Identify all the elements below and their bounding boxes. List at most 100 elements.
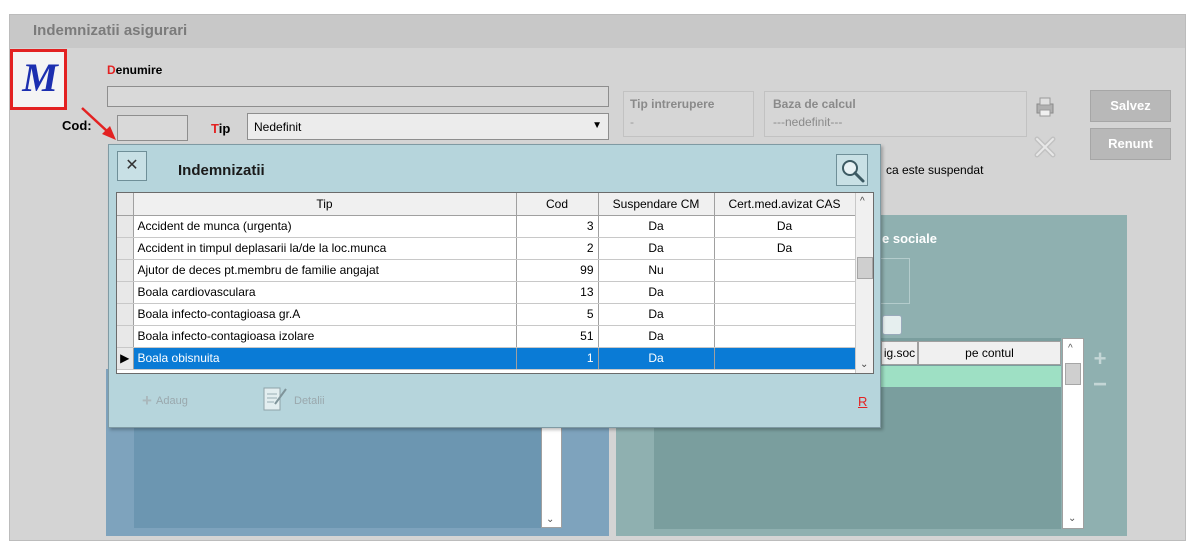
chevron-down-icon: ⌄ bbox=[860, 359, 869, 370]
row-indicator-header bbox=[117, 193, 134, 216]
cell-cert bbox=[714, 303, 856, 326]
plus-icon[interactable]: + bbox=[1089, 348, 1111, 370]
cell-suspendare: Da bbox=[598, 347, 715, 370]
cell-cert bbox=[714, 281, 856, 304]
row-indicator bbox=[117, 281, 134, 304]
dialog-search-button[interactable] bbox=[836, 154, 868, 186]
column-header-tip[interactable]: Tip bbox=[133, 193, 517, 216]
tip-label: Tip bbox=[211, 121, 231, 136]
baza-calcul-box: Baza de calcul ---nedefinit--- bbox=[764, 91, 1027, 137]
close-x-icon[interactable] bbox=[1033, 135, 1057, 159]
table-row[interactable]: Boala infecto-contagioasa izolare 51 Da bbox=[117, 325, 856, 348]
sociale-label: e sociale bbox=[882, 231, 937, 246]
cell-suspendare: Da bbox=[598, 303, 715, 326]
cell-cod: 3 bbox=[516, 215, 599, 238]
cell-tip: Accident de munca (urgenta) bbox=[133, 215, 517, 238]
column-header-suspendare[interactable]: Suspendare CM bbox=[598, 193, 715, 216]
search-icon bbox=[842, 160, 865, 183]
tip-intrerupere-label: Tip intrerupere bbox=[630, 97, 715, 111]
red-arrow-icon bbox=[81, 107, 116, 140]
cell-suspendare: Da bbox=[598, 281, 715, 304]
cell-cod: 51 bbox=[516, 325, 599, 348]
save-button[interactable]: Salvez bbox=[1090, 90, 1171, 122]
details-button-label: Detalii bbox=[294, 395, 325, 407]
cell-cod: 13 bbox=[516, 281, 599, 304]
table-row[interactable]: Accident in timpul deplasarii la/de la l… bbox=[117, 237, 856, 260]
chevron-down-icon: ⌄ bbox=[546, 514, 555, 525]
chevron-up-icon: ^ bbox=[1068, 343, 1073, 354]
left-scrollbar[interactable]: ⌄ bbox=[541, 425, 562, 528]
tip-intrerupere-value: - bbox=[630, 115, 634, 129]
sociale-box bbox=[880, 258, 910, 304]
minus-icon[interactable]: − bbox=[1089, 373, 1111, 398]
cell-cod: 99 bbox=[516, 259, 599, 282]
cell-cod: 5 bbox=[516, 303, 599, 326]
row-indicator bbox=[117, 237, 134, 260]
close-icon: ✕ bbox=[125, 157, 139, 174]
grid-scrollbar[interactable]: ^ ⌄ bbox=[855, 193, 873, 373]
row-indicator bbox=[117, 303, 134, 326]
cell-tip: Ajutor de deces pt.membru de familie ang… bbox=[133, 259, 517, 282]
row-indicator bbox=[117, 215, 134, 238]
right-grid-header-pe-contul: pe contul bbox=[918, 341, 1061, 365]
cell-cert bbox=[714, 325, 856, 348]
row-pointer-icon: ▶ bbox=[117, 347, 134, 370]
cell-tip: Boala infecto-contagioasa izolare bbox=[133, 325, 517, 348]
cell-suspendare: Da bbox=[598, 325, 715, 348]
app-logo-icon: M bbox=[22, 55, 58, 100]
sociale-toggle[interactable] bbox=[882, 315, 902, 335]
chevron-down-icon: ⌄ bbox=[1068, 513, 1077, 524]
right-grid-selected-row[interactable] bbox=[881, 366, 1061, 387]
add-button-label: Adaug bbox=[156, 395, 188, 407]
plus-icon: + bbox=[142, 391, 152, 410]
cell-suspendare: Nu bbox=[598, 259, 715, 282]
cancel-button[interactable]: Renunt bbox=[1090, 128, 1171, 160]
cell-suspendare: Da bbox=[598, 237, 715, 260]
row-indicator bbox=[117, 325, 134, 348]
cell-tip: Boala cardiovasculara bbox=[133, 281, 517, 304]
cell-cert: Da bbox=[714, 215, 856, 238]
cell-cert: Da bbox=[714, 237, 856, 260]
column-header-cert[interactable]: Cert.med.avizat CAS bbox=[714, 193, 856, 216]
tip-intrerupere-box: Tip intrerupere - bbox=[623, 91, 754, 137]
printer-icon[interactable] bbox=[1033, 95, 1057, 119]
baza-calcul-value: ---nedefinit--- bbox=[773, 115, 843, 129]
denumire-input[interactable] bbox=[107, 86, 609, 107]
cell-cert bbox=[714, 347, 856, 370]
chevron-up-icon: ^ bbox=[860, 196, 865, 207]
cell-tip: Accident in timpul deplasarii la/de la l… bbox=[133, 237, 517, 260]
cell-suspendare: Da bbox=[598, 215, 715, 238]
scroll-thumb[interactable] bbox=[1065, 363, 1081, 385]
table-row[interactable]: Accident de munca (urgenta) 3 Da Da bbox=[117, 215, 856, 238]
dialog-close-button[interactable]: ✕ bbox=[117, 151, 147, 181]
chevron-down-icon: ▼ bbox=[592, 120, 602, 131]
scroll-thumb[interactable] bbox=[857, 257, 873, 279]
cell-cod: 2 bbox=[516, 237, 599, 260]
cod-input[interactable] bbox=[117, 115, 188, 141]
table-row[interactable]: Ajutor de deces pt.membru de familie ang… bbox=[117, 259, 856, 282]
denumire-label: Denumire bbox=[107, 63, 163, 77]
cell-tip: Boala obisnuita bbox=[133, 347, 517, 370]
left-inner-list bbox=[134, 425, 541, 528]
indemnizatii-grid[interactable]: Tip Cod Suspendare CM Cert.med.avizat CA… bbox=[116, 192, 874, 374]
table-header-row: Tip Cod Suspendare CM Cert.med.avizat CA… bbox=[117, 193, 856, 216]
r-link[interactable]: R bbox=[858, 394, 867, 409]
table-row-selected[interactable]: ▶ Boala obisnuita 1 Da bbox=[117, 347, 856, 370]
window-title: Indemnizatii asigurari bbox=[33, 22, 188, 39]
table-row[interactable]: Boala cardiovasculara 13 Da bbox=[117, 281, 856, 304]
cell-tip: Boala infecto-contagioasa gr.A bbox=[133, 303, 517, 326]
edit-document-icon bbox=[263, 387, 287, 411]
suspendat-text: ca este suspendat bbox=[886, 163, 984, 177]
dialog-title: Indemnizatii bbox=[178, 162, 265, 179]
column-header-cod[interactable]: Cod bbox=[516, 193, 599, 216]
cell-cod: 1 bbox=[516, 347, 599, 370]
tip-select-value: Nedefinit bbox=[254, 120, 302, 134]
right-grid-header-igsoc: ig.soc bbox=[881, 341, 918, 365]
cell-cert bbox=[714, 259, 856, 282]
tip-select[interactable]: Nedefinit ▼ bbox=[247, 113, 609, 140]
row-indicator bbox=[117, 259, 134, 282]
right-grid-scrollbar[interactable]: ^ ⌄ bbox=[1062, 338, 1084, 529]
table-row[interactable]: Boala infecto-contagioasa gr.A 5 Da bbox=[117, 303, 856, 326]
baza-calcul-label: Baza de calcul bbox=[773, 97, 856, 111]
indemnizatii-table: Tip Cod Suspendare CM Cert.med.avizat CA… bbox=[117, 193, 856, 370]
